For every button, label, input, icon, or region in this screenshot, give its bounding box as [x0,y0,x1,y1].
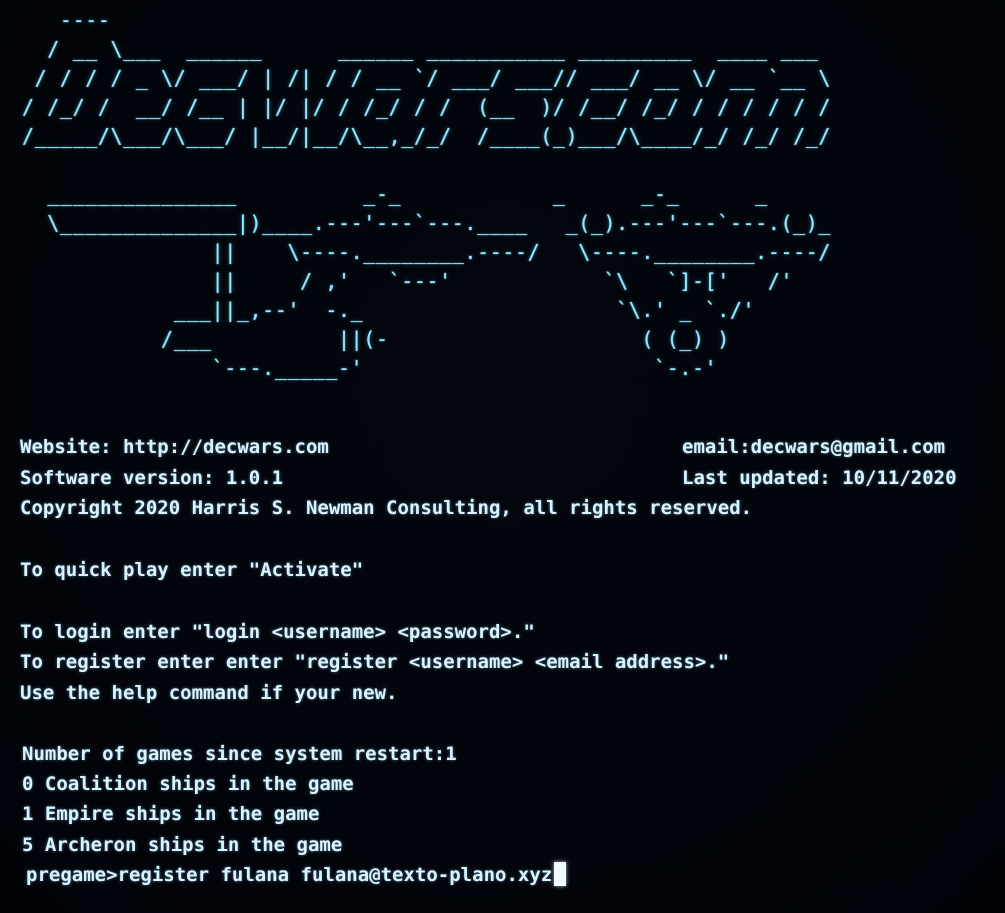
coalition-ships-line: 0 Coalition ships in the game [22,773,354,795]
text-cursor [554,862,567,886]
command-prompt-line[interactable]: pregame>register fulana fulana@texto-pla… [26,862,567,888]
email-line: email:decwars@gmail.com [682,436,946,458]
terminal-screen[interactable]: ---- / __ \___ ______ ______ ___________… [0,0,1005,913]
last-updated-line: Last updated: 10/11/2020 [682,467,957,489]
prompt-prefix: pregame> [26,864,118,886]
archeron-ships-line: 5 Archeron ships in the game [22,834,343,856]
login-instruction: To login enter "login <username> <passwo… [20,621,535,643]
decwars-ascii-logo: ---- / __ \___ ______ ______ ___________… [22,8,832,148]
games-count-line: Number of games since system restart:1 [22,743,457,765]
spaceships-ascii-art: _______________ _-_ _ _-_ _ \___________… [47,182,832,380]
register-instruction: To register enter enter "register <usern… [20,651,730,673]
empire-ships-line: 1 Empire ships in the game [22,803,320,825]
help-instruction: Use the help command if your new. [20,682,398,704]
copyright-line: Copyright 2020 Harris S. Newman Consulti… [20,497,753,519]
quick-play-instruction: To quick play enter "Activate" [20,559,364,581]
command-input[interactable]: register fulana fulana@texto-plano.xyz [118,864,553,886]
website-line: Website: http://decwars.com [20,436,329,458]
software-version-line: Software version: 1.0.1 [20,467,284,489]
